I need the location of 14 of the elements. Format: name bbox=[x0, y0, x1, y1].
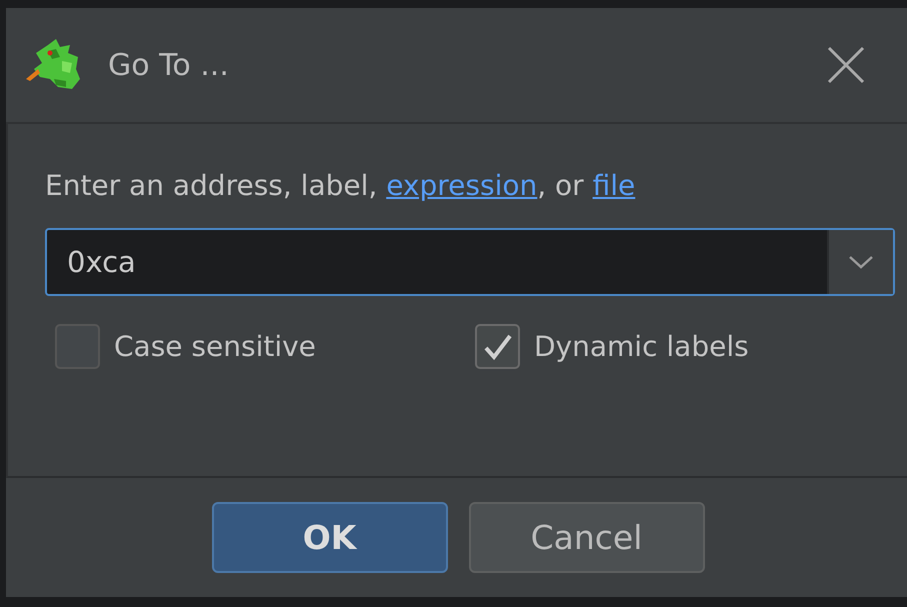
cancel-button[interactable]: Cancel bbox=[468, 502, 704, 573]
checkbox-label: Dynamic labels bbox=[534, 330, 749, 363]
checkbox[interactable] bbox=[55, 324, 100, 369]
checkbox[interactable] bbox=[475, 324, 520, 369]
chevron-down-icon bbox=[848, 254, 874, 270]
checkmark-icon bbox=[482, 332, 512, 360]
ok-button[interactable]: OK bbox=[212, 502, 448, 573]
checkbox-label: Case sensitive bbox=[114, 330, 316, 363]
dragon-icon bbox=[26, 39, 82, 91]
link[interactable]: file bbox=[592, 169, 636, 202]
window-title: Go To ... bbox=[108, 48, 230, 82]
link[interactable]: expression bbox=[386, 169, 538, 202]
prompt-text: Enter an address, label, expression, or file bbox=[45, 168, 636, 204]
close-button[interactable] bbox=[826, 45, 866, 85]
